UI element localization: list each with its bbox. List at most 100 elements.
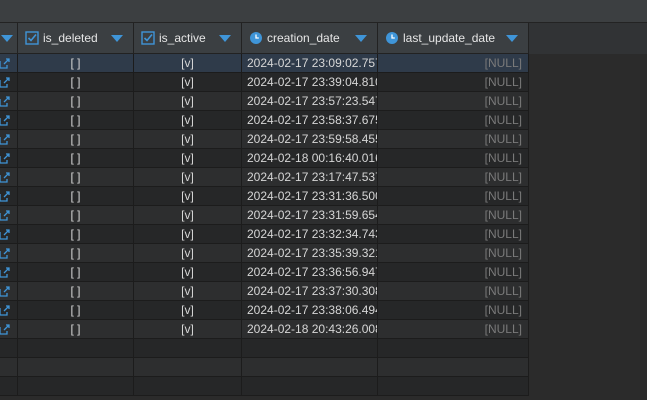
table-row[interactable]: [ ] [v] 2024-02-17 23:35:39.321 [NULL] — [0, 244, 529, 263]
last-update-date-cell[interactable]: [NULL] — [378, 187, 529, 206]
last-update-date-cell[interactable]: [NULL] — [378, 73, 529, 92]
is-active-cell[interactable]: [v] — [134, 149, 242, 168]
external-link-icon[interactable] — [0, 152, 11, 165]
is-active-cell[interactable]: [v] — [134, 73, 242, 92]
last-update-date-cell[interactable]: [NULL] — [378, 244, 529, 263]
is-active-cell[interactable]: [v] — [134, 244, 242, 263]
link-cell[interactable] — [0, 168, 18, 187]
table-row[interactable]: [ ] [v] 2024-02-18 20:43:26.008 [NULL] — [0, 320, 529, 339]
is-deleted-cell[interactable]: [ ] — [18, 149, 134, 168]
creation-date-cell[interactable]: 2024-02-17 23:31:59.654 — [242, 206, 378, 225]
creation-date-cell[interactable]: 2024-02-17 23:09:02.757 — [242, 54, 378, 73]
is-active-cell[interactable]: [v] — [134, 187, 242, 206]
link-cell[interactable] — [0, 54, 18, 73]
creation-date-cell[interactable]: 2024-02-17 23:57:23.547 — [242, 92, 378, 111]
last-update-date-cell[interactable]: [NULL] — [378, 206, 529, 225]
external-link-icon[interactable] — [0, 304, 11, 317]
is-deleted-cell[interactable]: [ ] — [18, 92, 134, 111]
last-update-date-cell[interactable]: [NULL] — [378, 130, 529, 149]
external-link-icon[interactable] — [0, 57, 11, 70]
header-is-deleted[interactable]: is_deleted — [18, 23, 134, 54]
link-cell[interactable] — [0, 301, 18, 320]
table-row[interactable]: [ ] [v] 2024-02-17 23:17:47.537 [NULL] — [0, 168, 529, 187]
last-update-date-cell[interactable]: [NULL] — [378, 54, 529, 73]
header-is-active[interactable]: is_active — [134, 23, 242, 54]
external-link-icon[interactable] — [0, 114, 11, 127]
is-active-cell[interactable]: [v] — [134, 282, 242, 301]
is-deleted-cell[interactable]: [ ] — [18, 187, 134, 206]
link-cell[interactable] — [0, 92, 18, 111]
creation-date-cell[interactable]: 2024-02-17 23:31:36.500 — [242, 187, 378, 206]
external-link-icon[interactable] — [0, 171, 11, 184]
is-deleted-cell[interactable]: [ ] — [18, 282, 134, 301]
creation-date-cell[interactable]: 2024-02-17 23:59:58.455 — [242, 130, 378, 149]
is-deleted-cell[interactable]: [ ] — [18, 225, 134, 244]
last-update-date-cell[interactable]: [NULL] — [378, 168, 529, 187]
is-deleted-cell[interactable]: [ ] — [18, 320, 134, 339]
creation-date-cell[interactable]: 2024-02-18 00:16:40.016 — [242, 149, 378, 168]
creation-date-cell[interactable]: 2024-02-17 23:37:30.308 — [242, 282, 378, 301]
is-deleted-cell[interactable]: [ ] — [18, 301, 134, 320]
external-link-icon[interactable] — [0, 95, 11, 108]
sort-arrow-icon[interactable] — [355, 35, 367, 42]
creation-date-cell[interactable]: 2024-02-17 23:36:56.947 — [242, 263, 378, 282]
link-cell[interactable] — [0, 149, 18, 168]
external-link-icon[interactable] — [0, 76, 11, 89]
creation-date-cell[interactable]: 2024-02-17 23:39:04.810 — [242, 73, 378, 92]
table-row[interactable]: [ ] [v] 2024-02-17 23:32:34.743 [NULL] — [0, 225, 529, 244]
external-link-icon[interactable] — [0, 133, 11, 146]
table-row[interactable]: [ ] [v] 2024-02-17 23:36:56.947 [NULL] — [0, 263, 529, 282]
creation-date-cell[interactable]: 2024-02-17 23:38:06.494 — [242, 301, 378, 320]
table-row[interactable]: [ ] [v] 2024-02-17 23:59:58.455 [NULL] — [0, 130, 529, 149]
is-active-cell[interactable]: [v] — [134, 301, 242, 320]
last-update-date-cell[interactable]: [NULL] — [378, 301, 529, 320]
last-update-date-cell[interactable]: [NULL] — [378, 111, 529, 130]
last-update-date-cell[interactable]: [NULL] — [378, 263, 529, 282]
header-last-update-date[interactable]: last_update_date — [378, 23, 529, 54]
is-active-cell[interactable]: [v] — [134, 54, 242, 73]
link-cell[interactable] — [0, 320, 18, 339]
link-cell[interactable] — [0, 225, 18, 244]
is-active-cell[interactable]: [v] — [134, 130, 242, 149]
table-row[interactable]: [ ] [v] 2024-02-17 23:57:23.547 [NULL] — [0, 92, 529, 111]
table-row[interactable]: [ ] [v] 2024-02-17 23:39:04.810 [NULL] — [0, 73, 529, 92]
last-update-date-cell[interactable]: [NULL] — [378, 282, 529, 301]
creation-date-cell[interactable]: 2024-02-17 23:17:47.537 — [242, 168, 378, 187]
link-cell[interactable] — [0, 111, 18, 130]
link-cell[interactable] — [0, 263, 18, 282]
table-row[interactable]: [ ] [v] 2024-02-17 23:09:02.757 [NULL] — [0, 54, 529, 73]
is-deleted-cell[interactable]: [ ] — [18, 168, 134, 187]
is-active-cell[interactable]: [v] — [134, 92, 242, 111]
is-deleted-cell[interactable]: [ ] — [18, 54, 134, 73]
link-cell[interactable] — [0, 282, 18, 301]
is-deleted-cell[interactable]: [ ] — [18, 73, 134, 92]
table-row[interactable]: [ ] [v] 2024-02-17 23:58:37.675 [NULL] — [0, 111, 529, 130]
external-link-icon[interactable] — [0, 190, 11, 203]
table-row[interactable]: [ ] [v] 2024-02-17 23:37:30.308 [NULL] — [0, 282, 529, 301]
is-deleted-cell[interactable]: [ ] — [18, 263, 134, 282]
is-deleted-cell[interactable]: [ ] — [18, 130, 134, 149]
table-row[interactable]: [ ] [v] 2024-02-17 23:31:59.654 [NULL] — [0, 206, 529, 225]
last-update-date-cell[interactable]: [NULL] — [378, 320, 529, 339]
is-active-cell[interactable]: [v] — [134, 206, 242, 225]
last-update-date-cell[interactable]: [NULL] — [378, 225, 529, 244]
external-link-icon[interactable] — [0, 209, 11, 222]
table-row[interactable]: [ ] [v] 2024-02-17 23:31:36.500 [NULL] — [0, 187, 529, 206]
external-link-icon[interactable] — [0, 228, 11, 241]
is-active-cell[interactable]: [v] — [134, 263, 242, 282]
link-cell[interactable] — [0, 187, 18, 206]
creation-date-cell[interactable]: 2024-02-18 20:43:26.008 — [242, 320, 378, 339]
creation-date-cell[interactable]: 2024-02-17 23:32:34.743 — [242, 225, 378, 244]
link-cell[interactable] — [0, 206, 18, 225]
external-link-icon[interactable] — [0, 247, 11, 260]
header-link-column[interactable] — [0, 23, 18, 54]
sort-arrow-icon[interactable] — [219, 35, 231, 42]
is-active-cell[interactable]: [v] — [134, 225, 242, 244]
table-row[interactable]: [ ] [v] 2024-02-17 23:38:06.494 [NULL] — [0, 301, 529, 320]
creation-date-cell[interactable]: 2024-02-17 23:35:39.321 — [242, 244, 378, 263]
external-link-icon[interactable] — [0, 323, 11, 336]
link-cell[interactable] — [0, 73, 18, 92]
is-deleted-cell[interactable]: [ ] — [18, 244, 134, 263]
is-active-cell[interactable]: [v] — [134, 320, 242, 339]
last-update-date-cell[interactable]: [NULL] — [378, 149, 529, 168]
